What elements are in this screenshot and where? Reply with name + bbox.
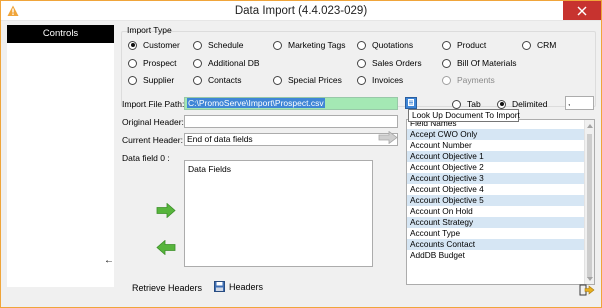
import-file-path-label: Import File Path: xyxy=(122,99,185,109)
data-fields-list[interactable]: Data Fields xyxy=(184,160,373,267)
data-import-window: Data Import (4.4.023-029) Controls ← Imp… xyxy=(0,0,602,308)
radio-customer[interactable]: Customer xyxy=(128,39,180,51)
radio-supplier[interactable]: Supplier xyxy=(128,74,174,86)
left-arrow-icon[interactable] xyxy=(156,240,176,255)
content-area: Controls ← Import Type Customer Schedule… xyxy=(1,22,601,307)
lookup-tooltip: Look Up Document To Import xyxy=(408,109,520,122)
close-button[interactable] xyxy=(563,1,601,20)
scroll-down-icon[interactable] xyxy=(587,277,593,281)
radio-product[interactable]: Product xyxy=(442,39,486,51)
list-item[interactable]: Accounts Contact xyxy=(407,239,584,250)
headers-label: Headers xyxy=(229,281,264,292)
radio-bill-of-materials[interactable]: Bill Of Materials xyxy=(442,57,517,69)
data-field-label: Data field 0 : xyxy=(122,153,170,163)
controls-header: Controls xyxy=(7,25,114,43)
close-icon xyxy=(577,6,587,15)
radio-schedule[interactable]: Schedule xyxy=(193,39,243,51)
radio-invoices[interactable]: Invoices xyxy=(357,74,403,86)
list-item[interactable]: Account Objective 1 xyxy=(407,151,584,162)
title-bar: Data Import (4.4.023-029) xyxy=(1,1,601,21)
radio-dot-selected xyxy=(128,40,137,50)
right-arrow-icon[interactable] xyxy=(156,203,176,218)
list-item[interactable]: Account Number xyxy=(407,140,584,151)
radio-additional-db[interactable]: Additional DB xyxy=(193,57,260,69)
list-item[interactable]: Account Objective 3 xyxy=(407,173,584,184)
current-header-label: Current Header: xyxy=(122,135,183,145)
field-names-list[interactable]: Field Names Accept CWO Only Account Numb… xyxy=(406,119,595,285)
radio-payments: Payments xyxy=(442,74,495,86)
list-item[interactable]: AddDB Budget xyxy=(407,250,584,261)
controls-panel: Controls xyxy=(7,25,114,287)
import-file-path-value: C:\PromoServe\Import\Prospect.csv xyxy=(187,98,325,108)
import-file-path-input[interactable]: C:\PromoServe\Import\Prospect.csv xyxy=(184,97,398,110)
retrieve-headers-label: Retrieve Headers xyxy=(132,283,203,293)
scroll-up-icon[interactable] xyxy=(587,124,593,128)
delimiter-input[interactable]: , xyxy=(565,96,594,110)
radio-marketing-tags[interactable]: Marketing Tags xyxy=(273,39,345,51)
radio-sales-orders[interactable]: Sales Orders xyxy=(357,57,422,69)
original-header-input[interactable] xyxy=(184,115,398,128)
list-item[interactable]: Account Strategy xyxy=(407,217,584,228)
document-icon[interactable] xyxy=(405,97,417,109)
list-scrollbar[interactable] xyxy=(584,120,594,284)
radio-quotations[interactable]: Quotations xyxy=(357,39,413,51)
radio-special-prices[interactable]: Special Prices xyxy=(273,74,342,86)
list-item[interactable]: Account Objective 5 xyxy=(407,195,584,206)
list-item[interactable]: Account Objective 4 xyxy=(407,184,584,195)
list-item[interactable]: Accept CWO Only xyxy=(407,129,584,140)
current-header-input[interactable]: End of data fields xyxy=(184,133,398,146)
window-title: Data Import (4.4.023-029) xyxy=(234,5,368,17)
radio-crm[interactable]: CRM xyxy=(522,39,556,51)
retrieve-headers-button[interactable]: Retrieve Headers xyxy=(132,283,202,293)
radio-prospect[interactable]: Prospect xyxy=(128,57,177,69)
radio-contacts[interactable]: Contacts xyxy=(193,74,242,86)
import-type-label: Import Type xyxy=(127,25,172,35)
exit-icon[interactable] xyxy=(579,284,595,296)
list-item[interactable]: Account On Hold xyxy=(407,206,584,217)
save-icon xyxy=(214,281,225,292)
headers-button[interactable]: Headers xyxy=(214,281,263,292)
move-right-arrow-icon[interactable] xyxy=(378,131,398,144)
original-header-label: Original Header: xyxy=(122,117,184,127)
data-fields-header: Data Fields xyxy=(188,164,231,174)
list-item[interactable]: Account Objective 2 xyxy=(407,162,584,173)
scroll-thumb[interactable] xyxy=(587,134,592,278)
list-item[interactable]: Account Type xyxy=(407,228,584,239)
left-arrow-small-icon[interactable]: ← xyxy=(104,255,114,266)
